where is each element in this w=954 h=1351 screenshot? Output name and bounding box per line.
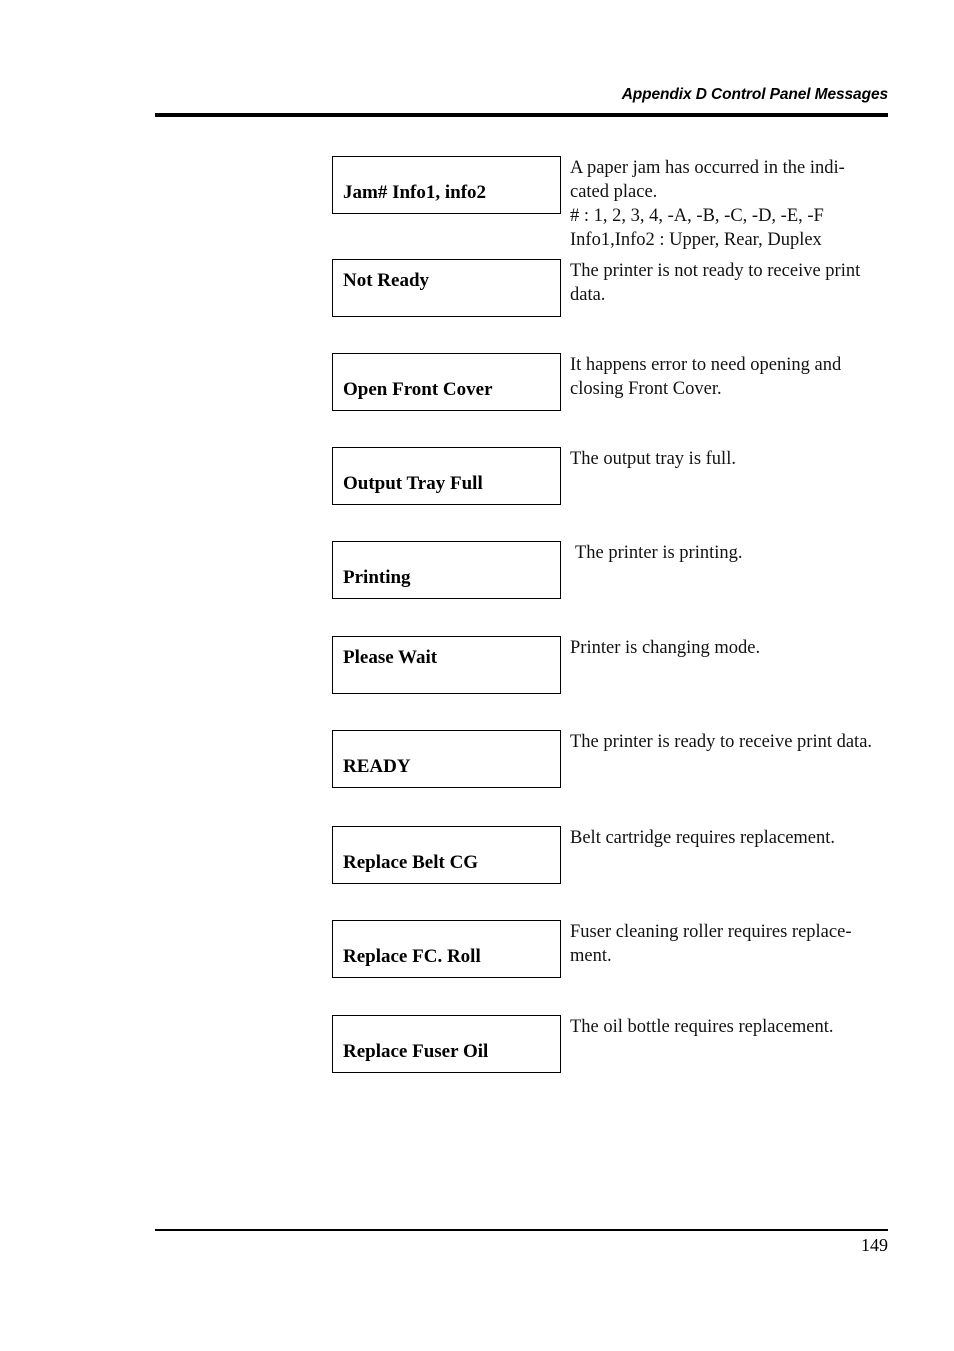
message-description-line: A paper jam has occurred in the indi- [570,158,845,178]
message-code-box: Printing [332,541,561,599]
message-code-box: Open Front Cover [332,353,561,411]
message-code-label: Replace FC. Roll [343,946,481,967]
message-code-label: Printing [343,567,411,588]
message-row: Replace Fuser Oil The oil bottle requires… [332,1015,892,1073]
message-row: Please Wait Printer is changing mode. [332,636,892,694]
message-description: The printer is not ready to receive prin… [570,259,892,307]
page-number: 149 [861,1235,888,1255]
message-row: READY The printer is ready to receive pri… [332,730,892,788]
message-description-line: cated place. [570,182,658,202]
message-description-line: The printer is printing. [575,543,743,563]
message-code-box: Replace FC. Roll [332,920,561,978]
message-code-label: Output Tray Full [343,473,483,494]
message-description-line: The printer is ready to receive print da… [570,732,873,752]
document-page: Appendix D Control Panel Messages Jam# I… [0,0,954,1351]
message-code-box: Please Wait [332,636,561,694]
message-description-line: Belt cartridge requires replacement. [570,828,836,848]
message-description-line: The output tray is full. [570,449,736,469]
message-row: Replace Belt CG Belt cartridge requires r… [332,826,892,884]
message-description: Printer is changing mode. [570,636,892,660]
message-code-box: Jam# Info1, info2 [332,156,561,214]
message-row: Printing The printer is printing. [332,541,892,599]
message-code-box: Not Ready [332,259,561,317]
message-description: The printer is ready to receive print da… [570,730,892,754]
message-description-line: # : 1, 2, 3, 4, -A, -B, -C, -D, -E, -F [570,206,824,226]
message-row: Open Front Cover It happens error to need… [332,353,892,411]
message-row: Replace FC. Roll Fuser cleaning roller re… [332,920,892,978]
message-description-line: Info1,Info2 : Upper, Rear, Duplex [570,230,822,250]
message-description-line: The oil bottle requires replacement. [570,1017,834,1037]
message-code-box: READY [332,730,561,788]
message-code-box: Replace Fuser Oil [332,1015,561,1073]
message-description-line: Printer is changing mode. [570,638,761,658]
message-code-label: Please Wait [343,647,438,668]
message-description-line: data. [570,285,606,305]
message-description: It happens error to need opening and clos… [570,353,892,401]
message-code-label: Open Front Cover [343,379,493,400]
message-description-line: ment. [570,946,612,966]
message-description-line: closing Front Cover. [570,379,722,399]
message-code-label: READY [343,756,411,777]
message-description-line: The printer is not ready to receive prin… [570,261,861,281]
message-description: The oil bottle requires replacement. [570,1015,892,1039]
footer-rule [155,1229,888,1231]
message-code-box: Output Tray Full [332,447,561,505]
running-head: Appendix D Control Panel Messages [621,86,888,103]
message-code-label: Jam# Info1, info2 [343,182,487,203]
message-description: Fuser cleaning roller requires replace-m… [570,920,892,968]
message-code-label: Replace Fuser Oil [343,1041,489,1062]
message-description: The output tray is full. [570,447,892,471]
message-code-label: Replace Belt CG [343,852,479,873]
message-description: Belt cartridge requires replacement. [570,826,892,850]
message-description-line: It happens error to need opening and [570,355,842,375]
message-description-line: Fuser cleaning roller requires replace- [570,922,852,942]
message-code-label: Not Ready [343,270,430,291]
message-description: A paper jam has occurred in the indi-cat… [570,156,892,252]
message-description: The printer is printing. [575,541,897,565]
message-row: Jam# Info1, info2 A paper jam has occurre… [332,156,892,250]
message-code-box: Replace Belt CG [332,826,561,884]
header-rule [155,113,888,117]
message-row: Output Tray Full The output tray is full. [332,447,892,505]
message-row: Not Ready The printer is not ready to rec… [332,259,892,317]
